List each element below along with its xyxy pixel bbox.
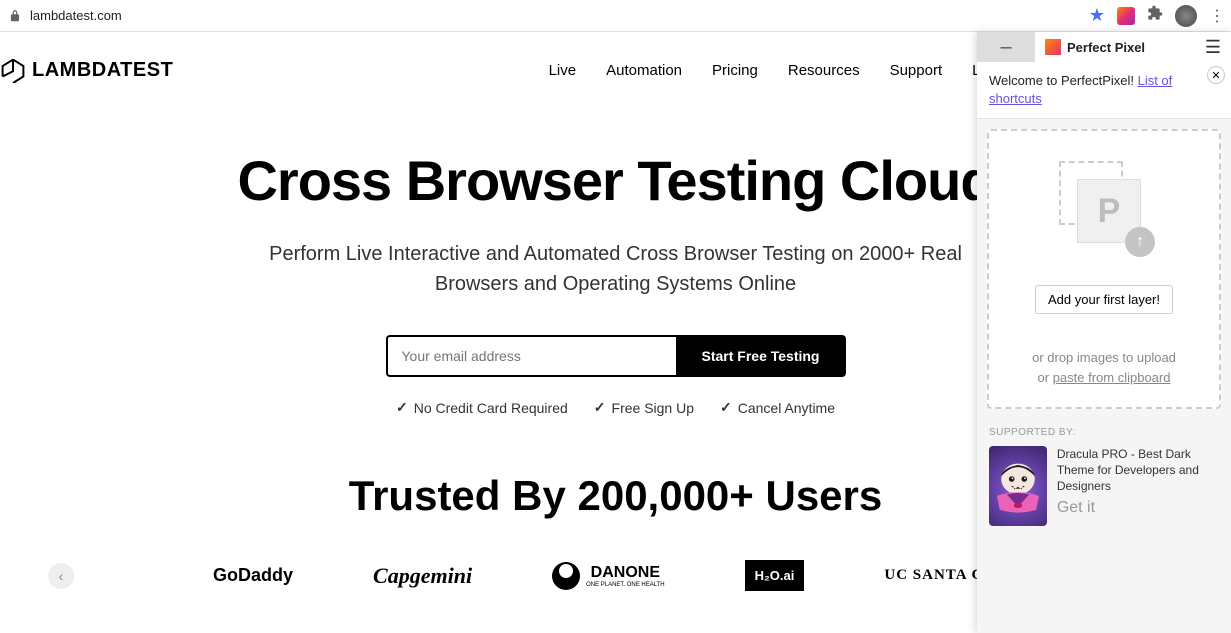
welcome-close-button[interactable]: ✕ bbox=[1207, 66, 1225, 84]
nav-link-resources[interactable]: Resources bbox=[788, 62, 860, 79]
welcome-banner: ✕ Welcome to PerfectPixel! List of short… bbox=[977, 62, 1231, 119]
perfectpixel-logo: Perfect Pixel bbox=[1045, 39, 1145, 55]
perfectpixel-panel: – Perfect Pixel ☰ ✕ Welcome to PerfectPi… bbox=[977, 32, 1231, 633]
browser-address-bar: lambdatest.com ★ ⋮ bbox=[0, 0, 1231, 32]
panel-menu-icon[interactable]: ☰ bbox=[1205, 37, 1221, 58]
promo-cta-link[interactable]: Get it bbox=[1057, 499, 1095, 517]
check-icon: ✓ bbox=[396, 399, 408, 416]
vampire-icon bbox=[989, 452, 1047, 522]
hero-subtitle: Perform Live Interactive and Automated C… bbox=[236, 239, 996, 299]
extension-perfectpixel-icon[interactable] bbox=[1117, 7, 1135, 25]
nav-link-support[interactable]: Support bbox=[890, 62, 943, 79]
promo-title: Dracula PRO - Best Dark Theme for Develo… bbox=[1057, 446, 1219, 495]
carousel-prev-button[interactable]: ‹ bbox=[48, 563, 74, 589]
benefit-text: Free Sign Up bbox=[612, 400, 694, 416]
benefit-text: Cancel Anytime bbox=[738, 400, 835, 416]
bookmark-star-icon[interactable]: ★ bbox=[1089, 5, 1105, 26]
extensions-puzzle-icon[interactable] bbox=[1147, 5, 1163, 26]
dracula-promo-image bbox=[989, 446, 1047, 526]
profile-avatar[interactable] bbox=[1175, 5, 1197, 27]
nav-link-automation[interactable]: Automation bbox=[606, 62, 682, 79]
lock-icon bbox=[8, 9, 22, 23]
panel-minimize-button[interactable]: – bbox=[977, 32, 1035, 62]
lambdatest-mark-icon bbox=[0, 57, 26, 83]
brand-logo[interactable]: LAMBDATEST bbox=[0, 57, 173, 83]
layer-drop-area[interactable]: P ↑ Add your first layer! or drop images… bbox=[987, 129, 1221, 409]
supported-by-label: SUPPORTED BY: bbox=[977, 419, 1231, 442]
client-logo-capgemini: Capgemini bbox=[373, 563, 472, 589]
check-icon: ✓ bbox=[594, 399, 606, 416]
paste-clipboard-link[interactable]: paste from clipboard bbox=[1053, 370, 1171, 385]
client-logo-godaddy: GoDaddy bbox=[213, 565, 293, 586]
benefit-text: No Credit Card Required bbox=[414, 400, 568, 416]
url-text[interactable]: lambdatest.com bbox=[30, 8, 122, 23]
add-layer-button[interactable]: Add your first layer! bbox=[1035, 285, 1173, 314]
promo-card[interactable]: Dracula PRO - Best Dark Theme for Develo… bbox=[977, 442, 1231, 538]
start-free-testing-button[interactable]: Start Free Testing bbox=[676, 335, 846, 377]
layer-stack-illustration: P ↑ bbox=[1059, 161, 1149, 251]
browser-menu-icon[interactable]: ⋮ bbox=[1209, 6, 1223, 26]
upload-arrow-icon: ↑ bbox=[1125, 227, 1155, 257]
client-logo-h2oai: H₂O.ai bbox=[745, 560, 805, 591]
nav-link-live[interactable]: Live bbox=[549, 62, 577, 79]
email-input[interactable] bbox=[386, 335, 676, 377]
check-icon: ✓ bbox=[720, 399, 732, 416]
nav-link-pricing[interactable]: Pricing bbox=[712, 62, 758, 79]
perfectpixel-icon bbox=[1045, 39, 1061, 55]
client-logo-danone: DANONE ONE PLANET. ONE HEALTH bbox=[552, 562, 665, 590]
danone-circle-icon bbox=[552, 562, 580, 590]
brand-name: LAMBDATEST bbox=[32, 59, 173, 82]
